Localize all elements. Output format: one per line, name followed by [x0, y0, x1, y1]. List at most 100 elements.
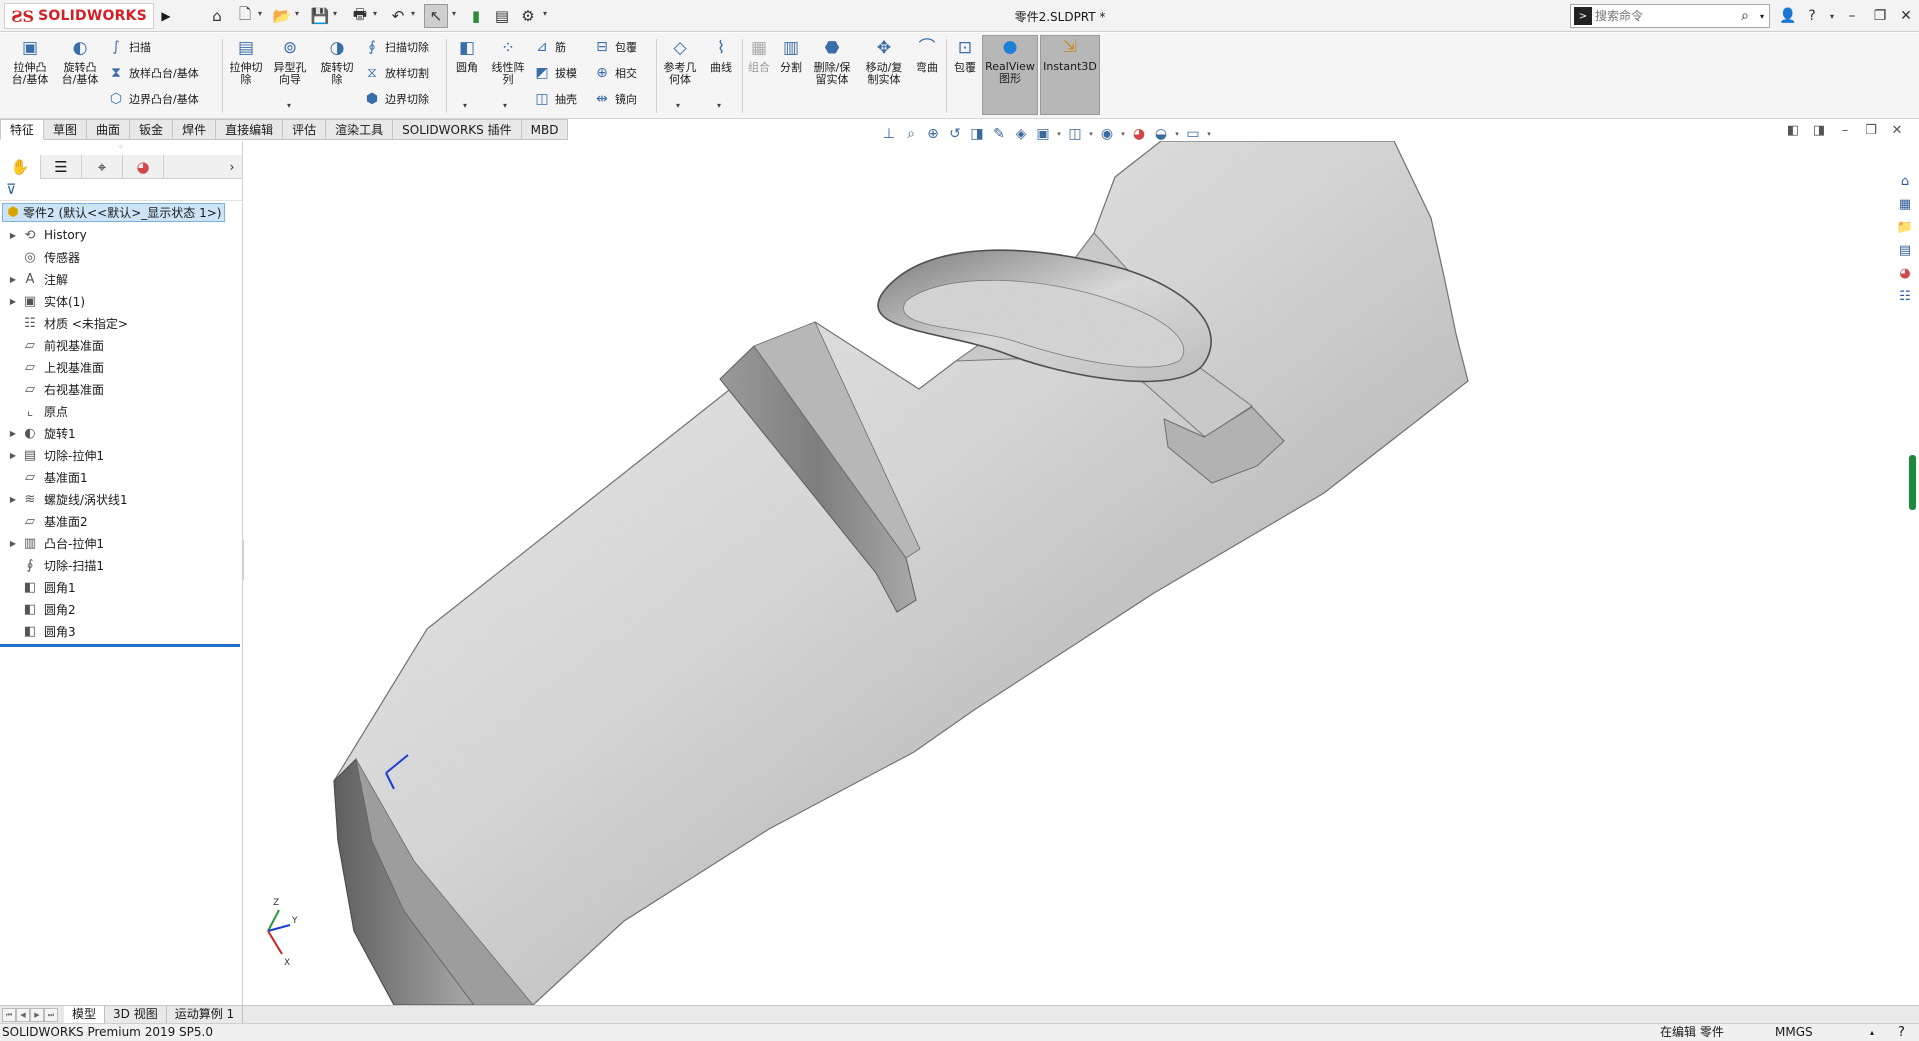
tree-item[interactable]: ▶ ▣ 实体(1) [0, 290, 242, 312]
undo-icon[interactable]: ↶ [386, 4, 410, 28]
tab-3d-views[interactable]: 3D 视图 [105, 1006, 167, 1023]
tree-item[interactable]: ▶ ◐ 旋转1 [0, 422, 242, 444]
open-icon[interactable]: 📂 [270, 4, 294, 28]
appearances-scenes-icon[interactable]: ◕ [1894, 262, 1916, 284]
revolve-boss-button[interactable]: ◐ 旋转凸 台/基体 [58, 37, 102, 86]
panel-expand-chevron-icon[interactable]: › [222, 155, 242, 178]
display-manager-icon[interactable]: ◕ [123, 155, 164, 179]
rib-button[interactable]: ⊿ 筋 [532, 37, 566, 57]
shell-button[interactable]: ◫ 抽壳 [532, 89, 577, 109]
doc-tile-left-icon[interactable]: ◧ [1780, 123, 1806, 138]
next-tab-arrow-icon[interactable]: ▶ [30, 1007, 44, 1022]
wrap-button[interactable]: ⊟ 包覆 [592, 37, 637, 57]
home-icon[interactable]: ⌂ [205, 4, 229, 28]
rollback-bar[interactable] [0, 644, 240, 647]
reference-geometry-button[interactable]: ◇ 参考几 何体 [660, 37, 700, 86]
options-dropdown-icon[interactable]: ▾ [543, 9, 547, 18]
combine-button[interactable]: ▦ 组合 [744, 37, 774, 74]
menu-expand-arrow-icon[interactable]: ▶ [158, 4, 174, 28]
tab-motion-study-1[interactable]: 运动算例 1 [167, 1006, 244, 1023]
tree-item[interactable]: ◎ 传感器 [0, 246, 242, 268]
print-dropdown-icon[interactable]: ▾ [373, 9, 377, 18]
tree-item[interactable]: ▶ A 注解 [0, 268, 242, 290]
tree-item[interactable]: ▱ 上视基准面 [0, 356, 242, 378]
expand-arrow-icon[interactable]: ▶ [6, 231, 20, 240]
save-icon[interactable]: 💾 [308, 4, 332, 28]
part-3d-model[interactable]: Z Y X [244, 141, 1894, 1005]
new-document-icon[interactable]: 🗋 [233, 4, 257, 28]
draft-button[interactable]: ◩ 拔模 [532, 63, 577, 83]
part-root-node[interactable]: ⬢ 零件2 (默认<<默认>_显示状态 1>) [2, 203, 225, 222]
tab-sketch[interactable]: 草图 [44, 119, 88, 140]
view-settings-dropdown-icon[interactable]: ▾ [1204, 130, 1214, 138]
design-library-icon[interactable]: ▦ [1894, 193, 1916, 215]
tab-direct-editing[interactable]: 直接编辑 [216, 119, 284, 140]
tab-sheet-metal[interactable]: 钣金 [130, 119, 174, 140]
doc-close-icon[interactable]: ✕ [1884, 123, 1910, 138]
fillet-dropdown-icon[interactable]: ▾ [463, 101, 467, 110]
reference-triad-icon[interactable]: Z Y X [267, 898, 298, 968]
appearance-dropdown-icon[interactable]: ▾ [1118, 130, 1128, 138]
hide-show-dropdown-icon[interactable]: ▾ [1086, 130, 1096, 138]
filter-icon[interactable]: ⊽ [0, 179, 242, 201]
file-properties-icon[interactable]: ▤ [490, 4, 514, 28]
tree-item[interactable]: ◧ 圆角3 [0, 620, 242, 642]
first-tab-arrow-icon[interactable]: ⏮ [2, 1007, 16, 1022]
expand-arrow-icon[interactable]: ▶ [6, 539, 20, 548]
flex-button[interactable]: ⌒ 弯曲 [912, 37, 942, 74]
intersect-button[interactable]: ⊕ 相交 [592, 63, 637, 83]
expand-arrow-icon[interactable]: ▶ [6, 297, 20, 306]
property-manager-icon[interactable]: ☰ [41, 155, 82, 179]
boundary-cut-button[interactable]: ⬢ 边界切除 [362, 89, 429, 109]
expand-arrow-icon[interactable]: ▶ [6, 275, 20, 284]
hole-wizard-button[interactable]: ⊚ 异型孔 向导 [270, 37, 310, 86]
new-dropdown-icon[interactable]: ▾ [258, 9, 262, 18]
display-style-dropdown-icon[interactable]: ▾ [1054, 130, 1064, 138]
configuration-manager-icon[interactable]: ⌖ [82, 155, 123, 179]
tree-item[interactable]: ∮ 切除-扫描1 [0, 554, 242, 576]
curves-dropdown-icon[interactable]: ▾ [717, 101, 721, 110]
split-button[interactable]: ▥ 分割 [776, 37, 806, 74]
search-input[interactable] [1595, 9, 1735, 23]
options-gear-icon[interactable]: ⚙ [516, 4, 540, 28]
undo-dropdown-icon[interactable]: ▾ [411, 9, 415, 18]
user-icon[interactable]: 👤 [1776, 4, 1800, 28]
tab-evaluate[interactable]: 评估 [283, 119, 327, 140]
tab-solidworks-addins[interactable]: SOLIDWORKS 插件 [393, 119, 522, 140]
open-dropdown-icon[interactable]: ▾ [295, 9, 299, 18]
doc-minimize-icon[interactable]: – [1832, 123, 1858, 138]
expand-arrow-icon[interactable]: ▶ [6, 451, 20, 460]
pattern-dropdown-icon[interactable]: ▾ [503, 101, 507, 110]
task-pane-scroll-handle[interactable] [1909, 455, 1916, 510]
solidworks-resources-home-icon[interactable]: ⌂ [1894, 170, 1916, 192]
tree-item[interactable]: ⌞ 原点 [0, 400, 242, 422]
rebuild-icon[interactable]: ▮ [464, 4, 488, 28]
tree-item[interactable]: ▱ 右视基准面 [0, 378, 242, 400]
print-icon[interactable]: 🖶 [348, 4, 372, 28]
solidworks-logo[interactable]: ƧS SOLIDWORKS [4, 3, 154, 29]
tree-item[interactable]: ☷ 材质 <未指定> [0, 312, 242, 334]
expand-arrow-icon[interactable]: ▶ [6, 429, 20, 438]
tree-item[interactable]: ▶ ≋ 螺旋线/涡状线1 [0, 488, 242, 510]
close-icon[interactable]: ✕ [1894, 4, 1918, 28]
custom-properties-icon[interactable]: ☷ [1894, 285, 1916, 307]
wrap-feature-button[interactable]: ⊡ 包覆 [950, 37, 980, 74]
move-copy-body-button[interactable]: ✥ 移动/复 制实体 [862, 37, 906, 86]
doc-restore-icon[interactable]: ❐ [1858, 123, 1884, 138]
tree-item[interactable]: ▱ 前视基准面 [0, 334, 242, 356]
view-palette-icon[interactable]: ▤ [1894, 239, 1916, 261]
search-icon[interactable]: ⌕ [1735, 8, 1755, 24]
loft-button[interactable]: ⧗ 放样凸台/基体 [106, 63, 199, 83]
minimize-icon[interactable]: – [1840, 4, 1864, 28]
unit-system[interactable]: MMGS [1775, 1024, 1813, 1041]
save-dropdown-icon[interactable]: ▾ [333, 9, 337, 18]
select-pointer-icon[interactable]: ↖ [424, 4, 448, 28]
tree-item[interactable]: ▱ 基准面2 [0, 510, 242, 532]
swept-cut-button[interactable]: ∮ 扫描切除 [362, 37, 429, 57]
doc-tile-right-icon[interactable]: ◨ [1806, 123, 1832, 138]
curves-button[interactable]: ⌇ 曲线 [704, 37, 738, 74]
select-dropdown-icon[interactable]: ▾ [452, 9, 456, 18]
fillet-button[interactable]: ◧ 圆角 [450, 37, 484, 74]
tree-item[interactable]: ◧ 圆角1 [0, 576, 242, 598]
delete-keep-body-button[interactable]: ⬣ 删除/保 留实体 [810, 37, 854, 86]
